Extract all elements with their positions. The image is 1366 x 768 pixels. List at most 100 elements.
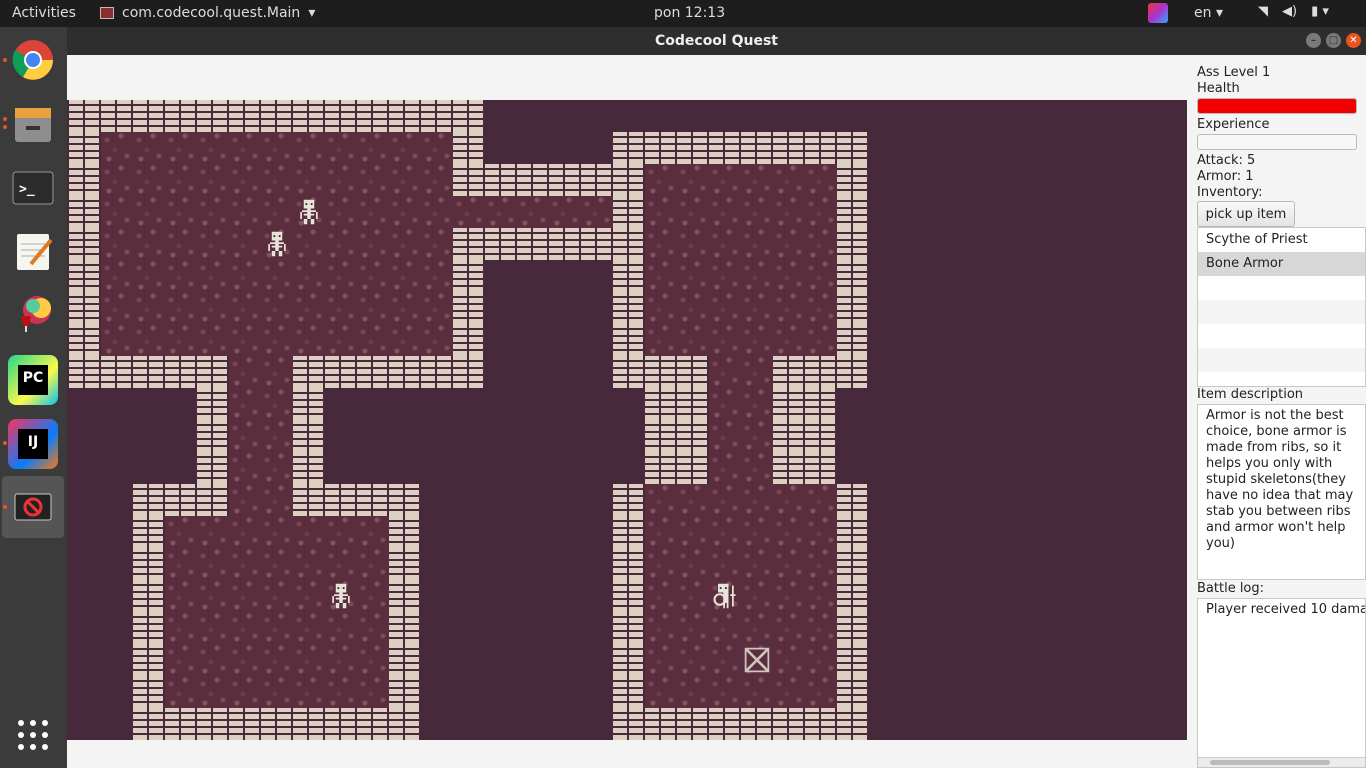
floor-tile (645, 260, 677, 292)
floor-tile (229, 612, 261, 644)
floor-tile (741, 516, 773, 548)
show-applications-icon[interactable] (18, 720, 48, 750)
scrollbar-thumb[interactable] (1210, 760, 1330, 765)
floor-tile (261, 548, 293, 580)
clock[interactable]: pon 12:13 (654, 5, 725, 21)
floor-tile (165, 324, 197, 356)
intellij-icon[interactable]: IJ (8, 419, 58, 469)
terminal-icon[interactable]: >_ (8, 163, 58, 213)
skeleton-enemy (261, 228, 293, 260)
game-map[interactable] (67, 100, 1187, 740)
inventory-item-selected[interactable]: Bone Armor (1198, 252, 1365, 276)
system-indicators[interactable]: ◥ ◀) ▮ ▾ (1258, 4, 1329, 19)
wall-tile (613, 260, 645, 292)
pick-up-item-button[interactable]: pick up item (1197, 201, 1295, 227)
floor-tile (677, 196, 709, 228)
floor-tile (549, 196, 581, 228)
wall-tile (325, 484, 357, 516)
floor-tile (805, 580, 837, 612)
wall-tile (293, 420, 325, 452)
floor-tile (805, 644, 837, 676)
wall-tile (677, 452, 709, 484)
floor-tile (133, 164, 165, 196)
floor-tile (165, 132, 197, 164)
java-app-icon[interactable] (8, 482, 58, 532)
close-button[interactable]: ✕ (1346, 33, 1361, 48)
wall-tile (773, 708, 805, 740)
item-description-text[interactable]: Armor is not the best choice, bone armor… (1197, 404, 1366, 580)
player-character (709, 580, 741, 612)
wall-tile (837, 676, 869, 708)
side-panel: Ass Level 1 Health Experience Attack: 5 … (1197, 55, 1366, 768)
inventory-item[interactable]: Scythe of Priest (1198, 228, 1365, 252)
floor-tile (261, 292, 293, 324)
horizontal-scrollbar[interactable] (1198, 757, 1365, 767)
battle-log-text: Player received 10 dama (1206, 602, 1366, 617)
wall-tile (613, 356, 645, 388)
wall-tile (837, 132, 869, 164)
floor-tile (101, 164, 133, 196)
floor-tile (421, 132, 453, 164)
tray-app-icon[interactable] (1148, 3, 1168, 23)
wall-tile (837, 484, 869, 516)
floor-tile (805, 164, 837, 196)
floor-tile (645, 228, 677, 260)
floor-tile (165, 196, 197, 228)
floor-tile (485, 196, 517, 228)
files-icon[interactable] (8, 99, 58, 149)
wall-tile (389, 548, 421, 580)
wall-tile (773, 452, 805, 484)
wall-tile (357, 484, 389, 516)
wall-tile (69, 292, 101, 324)
language-indicator[interactable]: en ▾ (1194, 5, 1223, 21)
app-menu[interactable]: com.codecool.quest.Main ▾ (100, 5, 315, 21)
wall-tile (805, 452, 837, 484)
floor-tile (293, 644, 325, 676)
wall-tile (613, 612, 645, 644)
floor-tile (197, 548, 229, 580)
wall-tile (165, 484, 197, 516)
wall-tile (613, 708, 645, 740)
activities-button[interactable]: Activities (12, 5, 76, 21)
floor-tile (709, 228, 741, 260)
floor-tile (645, 676, 677, 708)
wall-tile (293, 484, 325, 516)
wall-tile (357, 100, 389, 132)
wall-tile (581, 228, 613, 260)
wine-icon[interactable] (8, 291, 58, 341)
wall-tile (549, 228, 581, 260)
pycharm-icon[interactable]: PC (8, 355, 58, 405)
wall-tile (293, 388, 325, 420)
text-editor-icon[interactable] (8, 227, 58, 277)
battle-log[interactable]: Player received 10 dama (1197, 598, 1366, 768)
minimize-button[interactable]: – (1306, 33, 1321, 48)
floor-tile (133, 132, 165, 164)
floor-tile (677, 580, 709, 612)
wall-tile (453, 132, 485, 164)
system-top-bar: Activities com.codecool.quest.Main ▾ pon… (0, 0, 1366, 27)
chrome-icon[interactable] (8, 35, 58, 85)
wall-tile (645, 420, 677, 452)
floor-tile (357, 292, 389, 324)
floor-tile (197, 580, 229, 612)
floor-tile (197, 196, 229, 228)
floor-tile (101, 228, 133, 260)
wall-tile (645, 356, 677, 388)
floor-tile (165, 292, 197, 324)
wall-tile (837, 612, 869, 644)
floor-tile (645, 548, 677, 580)
inventory-list[interactable]: Scythe of Priest Bone Armor (1197, 227, 1366, 387)
floor-tile (293, 228, 325, 260)
pycharm-logo-text: PC (18, 365, 48, 395)
wall-tile (805, 420, 837, 452)
floor-tile (645, 484, 677, 516)
floor-tile (165, 644, 197, 676)
wall-tile (325, 356, 357, 388)
maximize-button[interactable]: □ (1326, 33, 1341, 48)
floor-tile (229, 676, 261, 708)
floor-tile (805, 484, 837, 516)
floor-tile (293, 612, 325, 644)
floor-tile (709, 516, 741, 548)
intellij-logo-text: IJ (18, 429, 48, 459)
wall-tile (741, 708, 773, 740)
